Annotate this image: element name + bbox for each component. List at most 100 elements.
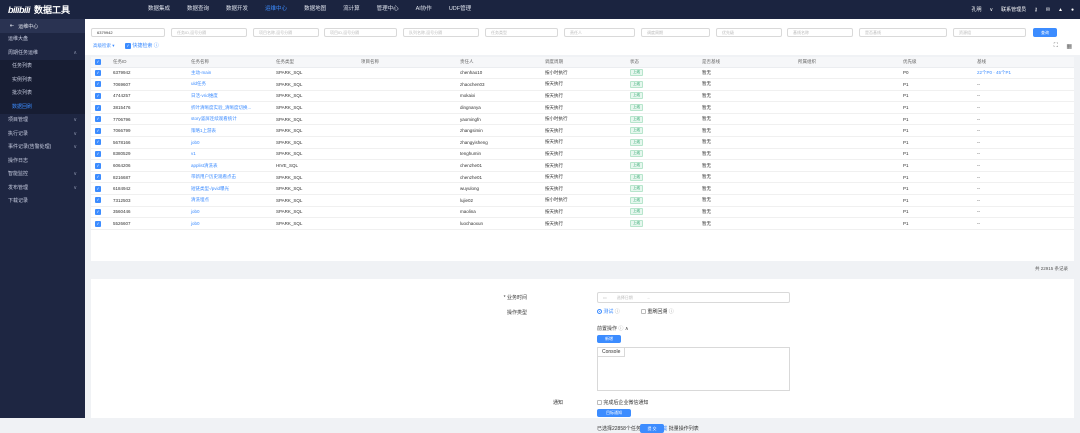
add-pre-op-button[interactable]: 新增 xyxy=(597,335,621,343)
task-id-input[interactable]: 6379942 xyxy=(91,28,165,37)
table-row[interactable]: ✓ 6184942 短链类型-/pvid曝光 SPARK_SQL wuyulong 按天执… xyxy=(91,182,1074,196)
cell-name[interactable]: 策略1上游表 xyxy=(191,128,216,133)
table-row[interactable]: ✓ 6379942 主动-main SPARK_SQL chenhao10 按小时执行 上线… xyxy=(91,67,1074,80)
table-cell[interactable]: job0 xyxy=(187,206,272,219)
date-range-input[interactable]: ▭ 选择日期 → xyxy=(597,292,790,303)
filter-input-0[interactable]: 任务ID,逗号分隔 xyxy=(171,28,247,37)
avatar[interactable]: ● xyxy=(1071,7,1074,13)
table-cell[interactable]: 短链类型-/pvid曝光 xyxy=(187,182,272,196)
row-checkbox[interactable]: ✓ xyxy=(95,150,101,157)
table-row[interactable]: ✓ 8216687 带新用户历史观看点击 SPARK_SQL chenzhe01 按天执行… xyxy=(91,171,1074,184)
sidebar-item-9[interactable]: 操作日志 xyxy=(0,155,85,169)
mail-icon[interactable]: ✉ xyxy=(1046,7,1050,13)
sidebar-item-0[interactable]: 运维大盘 xyxy=(0,33,85,47)
row-checkbox[interactable]: ✓ xyxy=(95,174,101,181)
column-header-0[interactable]: 任务ID xyxy=(109,57,187,68)
table-cell[interactable]: story竖屏连续观看统计 xyxy=(187,113,272,126)
table-cell[interactable]: applist清洗表 xyxy=(187,159,272,172)
filter-input-2[interactable]: 项目ID,逗号分隔 xyxy=(324,28,397,37)
filter-input-7[interactable]: 优先级 xyxy=(716,28,782,37)
sidebar-header[interactable]: ⇤ 运维中心 xyxy=(0,19,85,33)
filter-input-8[interactable]: 基线名称 xyxy=(787,28,853,37)
row-checkbox[interactable]: ✓ xyxy=(95,81,101,88)
row-checkbox[interactable]: ✓ xyxy=(95,139,101,146)
cell-name[interactable]: 主动-main xyxy=(191,70,211,75)
column-header-8[interactable]: 所属组织 xyxy=(794,57,899,68)
table-row[interactable]: ✓ 7066799 策略1上游表 SPARK_SQL zhangsimin 按天执行 上线 暂… xyxy=(91,124,1074,138)
nav-item-7[interactable]: AI协作 xyxy=(416,0,432,19)
table-row[interactable]: ✓ 5526607 job0 SPARK_SQL luochaoxun 按天执行 上线 暂无 P… xyxy=(91,217,1074,230)
cell-name[interactable]: job0 xyxy=(191,209,200,214)
column-header-2[interactable]: 任务类型 xyxy=(272,57,357,68)
sidebar-item-11[interactable]: 发布管理 ∨ xyxy=(0,182,85,196)
table-cell[interactable]: 清洗埋点 xyxy=(187,194,272,207)
sidebar-item-3[interactable]: 实例列表 xyxy=(0,73,85,87)
table-row[interactable]: ✓ 8380529 v1 SPARK_SQL tenghumin 按天执行 上线 暂无 P1 -- xyxy=(91,148,1074,161)
row-checkbox[interactable]: ✓ xyxy=(95,69,101,76)
table-cell[interactable]: 带新用户历史观看点击 xyxy=(187,171,272,184)
chevron-down-icon[interactable]: ∨ xyxy=(989,7,993,13)
nav-item-8[interactable]: UDF管理 xyxy=(449,0,471,19)
column-header-5[interactable]: 调度周期 xyxy=(541,57,626,68)
row-checkbox[interactable]: ✓ xyxy=(95,162,101,169)
table-cell[interactable]: job0 xyxy=(187,217,272,230)
row-checkbox[interactable]: ✓ xyxy=(95,104,101,111)
nav-item-5[interactable]: 流计算 xyxy=(343,0,360,19)
notify-checkbox[interactable]: 完成后企业微信通知 xyxy=(597,399,648,406)
select-all-checkbox[interactable]: ✓ xyxy=(91,57,109,68)
quick-search-toggle[interactable]: ✓ 快捷检索 ⓘ xyxy=(125,42,159,49)
key-icon[interactable]: ⚷ xyxy=(1034,7,1038,13)
grid-settings-icon[interactable]: ▦ xyxy=(1066,43,1072,50)
fullscreen-icon[interactable]: ⛶ xyxy=(1054,43,1058,50)
advanced-search-link[interactable]: 高级检索 ▾ xyxy=(93,43,115,49)
chevron-up-icon[interactable]: ∧ xyxy=(625,326,629,332)
row-checkbox[interactable]: ✓ xyxy=(95,116,101,123)
sidebar-item-5[interactable]: 数据回刷 xyxy=(0,100,85,114)
nav-item-3[interactable]: 运维中心 xyxy=(265,0,287,19)
filter-input-5[interactable]: 责任人 xyxy=(564,28,635,37)
op-rollback-radio[interactable]: 重刷回溯 ⓘ xyxy=(641,308,674,315)
table-row[interactable]: ✓ 3815476 折叶清晰度实验_清晰度切换... SPARK_SQL dingnan… xyxy=(91,101,1074,114)
row-checkbox[interactable]: ✓ xyxy=(95,208,101,215)
table-cell[interactable]: 主动-main xyxy=(187,67,272,80)
sidebar-item-7[interactable]: 执行记录 ∨ xyxy=(0,128,85,142)
search-button[interactable]: 查询 xyxy=(1033,28,1057,37)
submit-button[interactable]: 提 交 xyxy=(640,424,664,433)
cell-name[interactable]: v1 xyxy=(191,151,196,156)
sidebar-item-1[interactable]: 周期任务运维 ∧ xyxy=(0,47,85,61)
filter-input-6[interactable]: 调度周期 xyxy=(641,28,710,37)
nav-item-6[interactable]: 管理中心 xyxy=(377,0,399,19)
column-header-1[interactable]: 任务名称 xyxy=(187,57,272,68)
table-row[interactable]: ✓ 4744257 日活-vrid维度 SPARK_SQL mokaixi 按天执行 上线 暂… xyxy=(91,90,1074,103)
table-row[interactable]: ✓ 7706796 story竖屏连续观看统计 SPARK_SQL yaomingfn 按… xyxy=(91,113,1074,126)
nav-item-2[interactable]: 数据开发 xyxy=(226,0,248,19)
table-row[interactable]: ✓ 3560446 job0 SPARK_SQL maolina 按天执行 上线 暂无 P1 -- xyxy=(91,206,1074,219)
cell-name[interactable]: 日活-vrid维度 xyxy=(191,93,218,98)
sidebar-item-2[interactable]: 任务列表 xyxy=(0,60,85,74)
contact-admin-link[interactable]: 联系管理员 xyxy=(1001,6,1026,13)
cell-name[interactable]: applist清洗表 xyxy=(191,163,218,168)
cell-name[interactable]: job0 xyxy=(191,140,200,145)
nav-item-1[interactable]: 数据查询 xyxy=(187,0,209,19)
table-row[interactable]: ✓ 5678166 job0 SPARK_SQL zhangyisheng 按天执行 上线 暂… xyxy=(91,136,1074,149)
cell-name[interactable]: story竖屏连续观看统计 xyxy=(191,116,237,121)
sidebar-item-6[interactable]: 项目管理 ∨ xyxy=(0,114,85,128)
table-row[interactable]: ✓ 7312503 清洗埋点 SPARK_SQL lujie02 按小时执行 上线 暂无 P1 -… xyxy=(91,194,1074,207)
cell-name[interactable]: 带新用户历史观看点击 xyxy=(191,174,236,179)
user-name[interactable]: 孔明 xyxy=(971,6,981,13)
pre-op-section[interactable]: 前置操作 ⓘ ∧ xyxy=(597,325,628,332)
filter-input-3[interactable]: 队列名称,逗号分隔 xyxy=(403,28,479,37)
row-checkbox[interactable]: ✓ xyxy=(95,127,101,134)
row-checkbox[interactable]: ✓ xyxy=(95,220,101,227)
filter-input-10[interactable]: 资源组 xyxy=(953,28,1026,37)
sidebar-item-10[interactable]: 智能监控 ∨ xyxy=(0,168,85,182)
cell-name[interactable]: 短链类型-/pvid曝光 xyxy=(191,186,229,191)
cell-name[interactable]: uld任务 xyxy=(191,81,206,86)
table-row[interactable]: ✓ 7069607 uld任务 SPARK_SQL zhaochen03 按天执行 上线 暂无… xyxy=(91,78,1074,91)
column-header-9[interactable]: 优先级 xyxy=(899,57,973,68)
filter-input-1[interactable]: 项目名称,逗号分隔 xyxy=(253,28,319,37)
cell-name[interactable]: job0 xyxy=(191,221,200,226)
row-checkbox[interactable]: ✓ xyxy=(95,197,101,204)
console-panel[interactable]: Console xyxy=(597,347,790,391)
column-header-3[interactable]: 项目名称 xyxy=(357,57,456,68)
